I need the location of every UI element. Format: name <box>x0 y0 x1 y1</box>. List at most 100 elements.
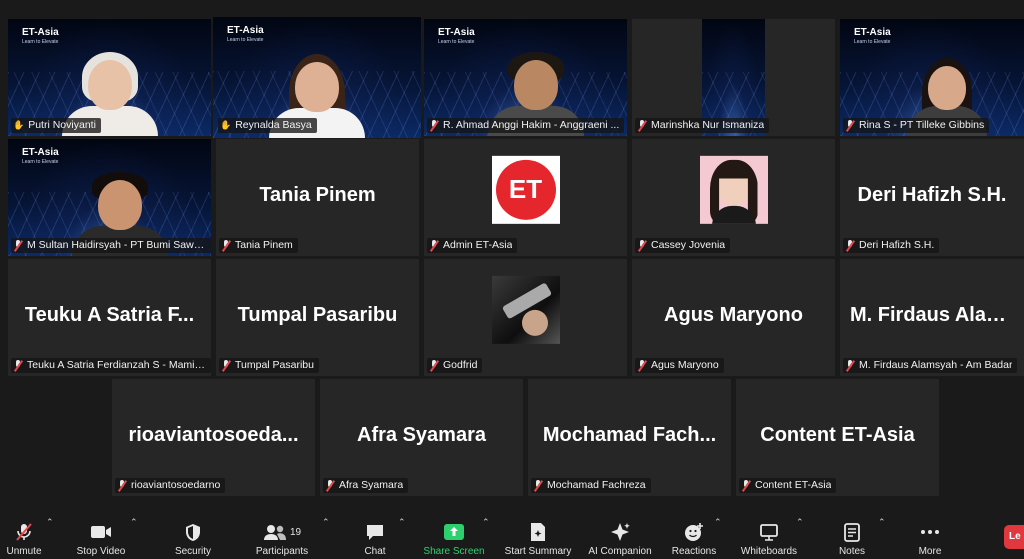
mic-muted-icon <box>845 120 855 131</box>
participant-display-name: Mochamad Fach... <box>542 423 717 446</box>
participant-tile-tumpal[interactable]: Tumpal Pasaribu Tumpal Pasaribu <box>216 259 419 376</box>
participant-tile-putri[interactable]: ET-Asia Learn to Elevate ✋ Putri Noviyant… <box>8 19 211 136</box>
participant-tile-cassey[interactable]: Cassey Jovenia <box>632 139 835 256</box>
notes-button[interactable]: Notes <box>832 521 872 557</box>
brand-logo: ET-Asia Learn to Elevate <box>22 27 59 45</box>
participant-name-label: Tania Pinem <box>219 238 298 253</box>
mic-muted-icon <box>429 360 439 371</box>
participant-tile-sultan[interactable]: ET-Asia Learn to Elevate M Sultan Haidirs… <box>8 139 211 256</box>
participants-options-chevron-icon[interactable]: ⌃ <box>322 517 330 528</box>
brand-logo: ET-Asia Learn to Elevate <box>227 25 264 43</box>
participant-tile-rio[interactable]: rioaviantosoeda... rioaviantosoedarno <box>112 379 315 496</box>
chat-bubble-icon <box>356 521 394 543</box>
participant-display-name: Content ET-Asia <box>760 423 915 446</box>
participant-name-label: rioaviantosoedarno <box>115 478 226 493</box>
participants-icon: 19 <box>252 521 312 543</box>
participant-tile-admin[interactable]: ET Admin ET-Asia <box>424 139 627 256</box>
video-options-chevron-icon[interactable]: ⌃ <box>130 517 138 528</box>
participant-tile-agus[interactable]: Agus Maryono Agus Maryono <box>632 259 835 376</box>
participant-display-name: Tumpal Pasaribu <box>237 303 398 326</box>
mic-muted-icon <box>845 360 855 371</box>
brand-logo: ET-Asia Learn to Elevate <box>438 27 475 45</box>
participant-tile-godfrid[interactable]: Godfrid <box>424 259 627 376</box>
more-dots-icon <box>910 521 950 543</box>
participant-display-name: Tania Pinem <box>259 183 376 206</box>
avatar: ET <box>491 155 560 224</box>
share-screen-icon <box>422 521 486 543</box>
mic-muted-icon <box>741 480 751 491</box>
participant-tile-ahmad[interactable]: ET-Asia Learn to Elevate R. Ahmad Anggi H… <box>424 19 627 136</box>
unmute-options-chevron-icon[interactable]: ⌃ <box>46 517 54 528</box>
stop-video-button[interactable]: Stop Video <box>72 521 130 557</box>
mic-muted-icon <box>13 240 23 251</box>
participant-tile-deri[interactable]: Deri Hafizh S.H. Deri Hafizh S.H. <box>840 139 1024 256</box>
reactions-button[interactable]: Reactions <box>668 521 720 557</box>
avatar <box>699 155 768 224</box>
notes-icon <box>832 521 872 543</box>
participant-display-name: Afra Syamara <box>357 423 486 446</box>
mic-muted-icon <box>325 480 335 491</box>
meeting-toolbar: Unmute ⌃ Stop Video ⌃ Security 19 Partic… <box>0 509 1024 559</box>
mic-muted-icon <box>429 120 439 131</box>
chat-options-chevron-icon[interactable]: ⌃ <box>398 517 406 528</box>
participant-name-label: Mochamad Fachreza <box>531 478 651 493</box>
avatar <box>491 275 560 344</box>
start-summary-button[interactable]: Start Summary <box>502 521 574 557</box>
participant-tile-rina[interactable]: ET-Asia Learn to Elevate Rina S - PT Till… <box>840 19 1024 136</box>
brand-logo: ET-Asia Learn to Elevate <box>854 27 891 45</box>
unmute-button[interactable]: Unmute <box>2 521 46 557</box>
participant-name-label: Rina S - PT Tilleke Gibbins <box>843 118 990 133</box>
participant-display-name: Agus Maryono <box>664 303 803 326</box>
whiteboards-options-chevron-icon[interactable]: ⌃ <box>796 517 804 528</box>
mic-muted-icon <box>637 240 647 251</box>
share-options-chevron-icon[interactable]: ⌃ <box>482 517 490 528</box>
participant-name-label: R. Ahmad Anggi Hakim - Anggraeni ... <box>427 118 625 133</box>
mic-muted-icon <box>637 360 647 371</box>
share-screen-button[interactable]: Share Screen <box>422 521 486 557</box>
participants-count: 19 <box>289 526 302 538</box>
participant-tile-firdaus[interactable]: M. Firdaus Alam... M. Firdaus Alamsyah -… <box>840 259 1024 376</box>
security-button[interactable]: Security <box>170 521 216 557</box>
leave-button[interactable]: Le <box>1004 525 1024 549</box>
participant-name-label: Marinshka Nur Ismaniza <box>635 118 770 133</box>
participant-tile-content[interactable]: Content ET-Asia Content ET-Asia <box>736 379 939 496</box>
participant-tile-tania[interactable]: Tania Pinem Tania Pinem <box>216 139 419 256</box>
participant-name-label: Content ET-Asia <box>739 478 837 493</box>
participant-name-label: M Sultan Haidirsyah - PT Bumi Sawit ... <box>11 238 211 253</box>
video-camera-icon <box>72 521 130 543</box>
participant-name-label: Godfrid <box>427 358 483 373</box>
participant-name-label: Cassey Jovenia <box>635 238 731 253</box>
participant-display-name: M. Firdaus Alam... <box>850 303 1021 326</box>
mic-muted-icon <box>221 360 231 371</box>
whiteboard-icon <box>736 521 802 543</box>
participant-name-label: Afra Syamara <box>323 478 409 493</box>
participant-display-name: rioaviantosoeda... <box>128 423 299 446</box>
participant-tile-marinshka[interactable]: Marinshka Nur Ismaniza <box>632 19 835 136</box>
mic-muted-icon <box>117 480 127 491</box>
participant-name-label: Teuku A Satria Ferdianzah S - Mamik... <box>11 358 211 373</box>
participant-tile-afra[interactable]: Afra Syamara Afra Syamara <box>320 379 523 496</box>
participant-name-label: M. Firdaus Alamsyah - Am Badar <box>843 358 1018 373</box>
participant-name-label: ✋ Reynalda Basya <box>218 118 317 133</box>
mic-muted-icon <box>2 521 46 543</box>
mic-muted-icon <box>533 480 543 491</box>
reactions-options-chevron-icon[interactable]: ⌃ <box>714 517 722 528</box>
participant-tile-mochamad[interactable]: Mochamad Fach... Mochamad Fachreza <box>528 379 731 496</box>
mic-muted-icon <box>429 240 439 251</box>
notes-options-chevron-icon[interactable]: ⌃ <box>878 517 886 528</box>
brand-logo: ET-Asia Learn to Elevate <box>22 147 59 165</box>
more-button[interactable]: More <box>910 521 950 557</box>
participants-button[interactable]: 19 Participants <box>252 521 312 557</box>
participant-tile-teuku[interactable]: Teuku A Satria F... Teuku A Satria Ferdi… <box>8 259 211 376</box>
participant-tile-reynalda[interactable]: ET-Asia Learn to Elevate ✋ Reynalda Basya <box>213 17 421 138</box>
participant-display-name: Deri Hafizh S.H. <box>857 183 1007 206</box>
chat-button[interactable]: Chat <box>356 521 394 557</box>
mic-muted-icon <box>845 240 855 251</box>
mic-muted-icon <box>13 360 23 371</box>
participant-name-label: ✋ Putri Noviyanti <box>11 118 101 133</box>
participant-name-label: Deri Hafizh S.H. <box>843 238 940 253</box>
emoji-smile-icon <box>668 521 720 543</box>
mic-muted-icon <box>221 240 231 251</box>
ai-companion-button[interactable]: AI Companion <box>586 521 654 557</box>
whiteboards-button[interactable]: Whiteboards <box>736 521 802 557</box>
